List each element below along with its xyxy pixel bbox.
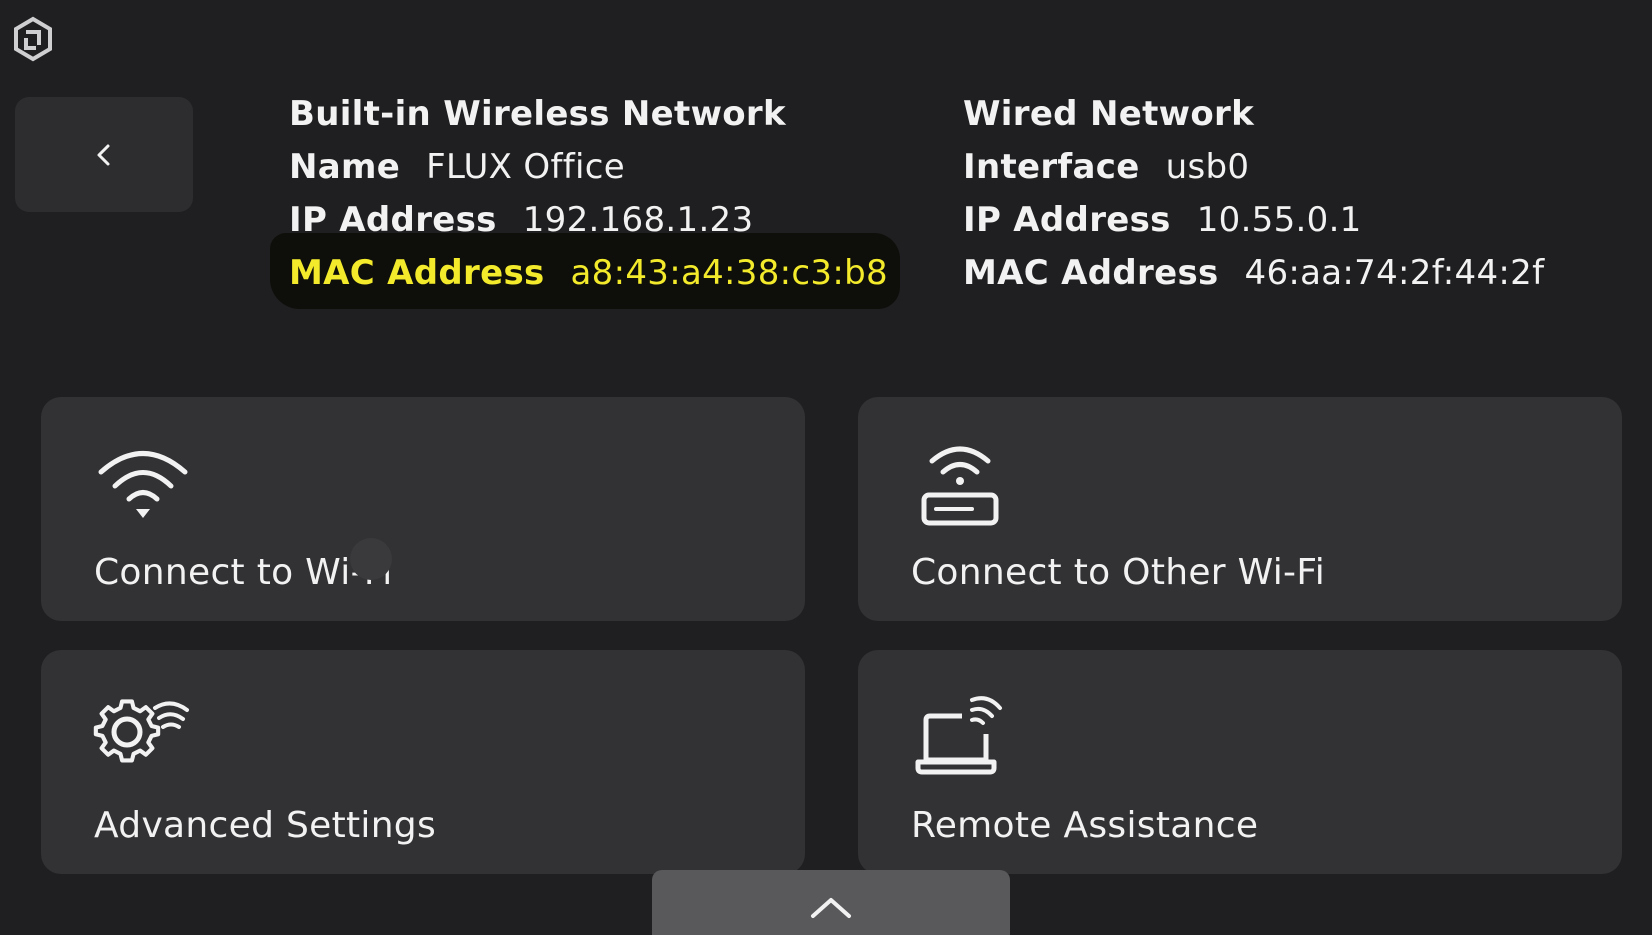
wireless-ip-value: 192.168.1.23 xyxy=(522,200,754,240)
connect-other-wifi-tile[interactable]: Connect to Other Wi-Fi xyxy=(858,397,1622,621)
connect-wifi-label: Connect to Wi-Fi xyxy=(94,552,393,593)
back-button[interactable] xyxy=(15,97,193,212)
wired-ip-label: IP Address xyxy=(963,200,1171,240)
connect-wifi-tile[interactable]: Connect to Wi-Fi xyxy=(41,397,805,621)
wired-ip-value: 10.55.0.1 xyxy=(1196,200,1362,240)
chevron-up-icon xyxy=(811,898,851,918)
wired-network-info: Wired Network Interface usb0 IP Address 10… xyxy=(963,88,1544,300)
wireless-name-row: Name FLUX Office xyxy=(289,141,888,194)
wireless-mac-row: MAC Address a8:43:a4:38:c3:b8 xyxy=(289,247,888,300)
wireless-ip-row: IP Address 192.168.1.23 xyxy=(289,194,888,247)
wireless-mac-label: MAC Address xyxy=(289,253,545,293)
remote-assistance-label: Remote Assistance xyxy=(911,805,1259,846)
chevron-left-icon xyxy=(97,144,110,165)
wired-interface-value: usb0 xyxy=(1165,147,1250,187)
expand-panel-button[interactable] xyxy=(652,870,1010,935)
wired-mac-row: MAC Address 46:aa:74:2f:44:2f xyxy=(963,247,1544,300)
wireless-name-value: FLUX Office xyxy=(426,147,625,187)
wireless-network-info: Built-in Wireless Network Name FLUX Offic… xyxy=(289,88,888,300)
gear-wifi-icon xyxy=(93,699,189,763)
remote-assistance-tile[interactable]: Remote Assistance xyxy=(858,650,1622,874)
wifi-router-icon xyxy=(921,446,999,526)
laptop-signal-icon xyxy=(915,696,1002,775)
wired-ip-row: IP Address 10.55.0.1 xyxy=(963,194,1544,247)
advanced-settings-label: Advanced Settings xyxy=(94,805,437,846)
connect-other-wifi-label: Connect to Other Wi-Fi xyxy=(911,552,1326,593)
wireless-ip-label: IP Address xyxy=(289,200,497,240)
wired-network-title: Wired Network xyxy=(963,94,1254,134)
flux-logo-icon xyxy=(14,16,52,62)
wireless-name-label: Name xyxy=(289,147,401,187)
wifi-icon xyxy=(98,451,188,518)
advanced-settings-tile[interactable]: Advanced Settings xyxy=(41,650,805,874)
network-settings-screen: Built-in Wireless Network Name FLUX Offic… xyxy=(0,0,1652,935)
wired-interface-label: Interface xyxy=(963,147,1140,187)
touch-indicator xyxy=(350,538,392,580)
wired-interface-row: Interface usb0 xyxy=(963,141,1544,194)
wired-mac-value: 46:aa:74:2f:44:2f xyxy=(1244,253,1545,293)
wired-mac-label: MAC Address xyxy=(963,253,1219,293)
wireless-network-title: Built-in Wireless Network xyxy=(289,94,786,134)
wireless-mac-value: a8:43:a4:38:c3:b8 xyxy=(570,253,888,293)
